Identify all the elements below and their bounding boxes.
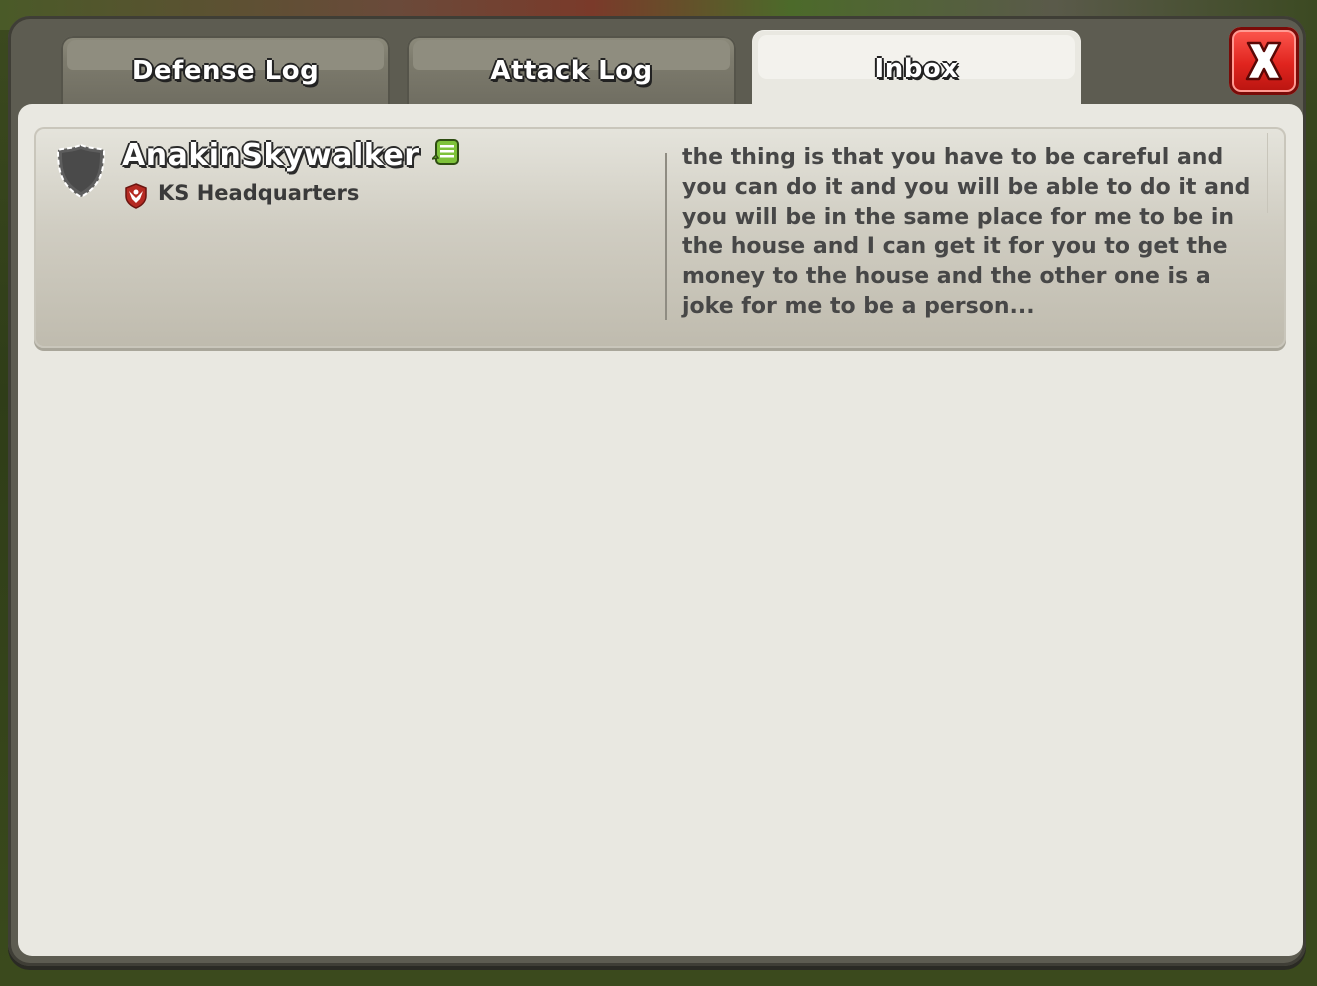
tab-label: Defense Log [131, 56, 320, 86]
tab-attack-log[interactable]: Attack Log [407, 36, 736, 106]
close-icon [1245, 41, 1283, 81]
column-divider [665, 153, 667, 320]
close-button[interactable] [1229, 27, 1299, 95]
shield-icon [56, 143, 106, 199]
clan-name: KS Headquarters [158, 181, 360, 205]
clan-badge-icon [125, 183, 147, 209]
tab-label: Attack Log [490, 56, 653, 86]
tab-defense-log[interactable]: Defense Log [61, 36, 390, 106]
card-edge-divider [1267, 133, 1268, 213]
message-preview: the thing is that you have to be careful… [682, 145, 1251, 319]
chat-bubble-icon [432, 139, 459, 165]
sender-name: AnakinSkywalker [122, 138, 420, 173]
tab-inbox[interactable]: Inbox [752, 31, 1081, 106]
tab-label: Inbox [874, 53, 959, 84]
